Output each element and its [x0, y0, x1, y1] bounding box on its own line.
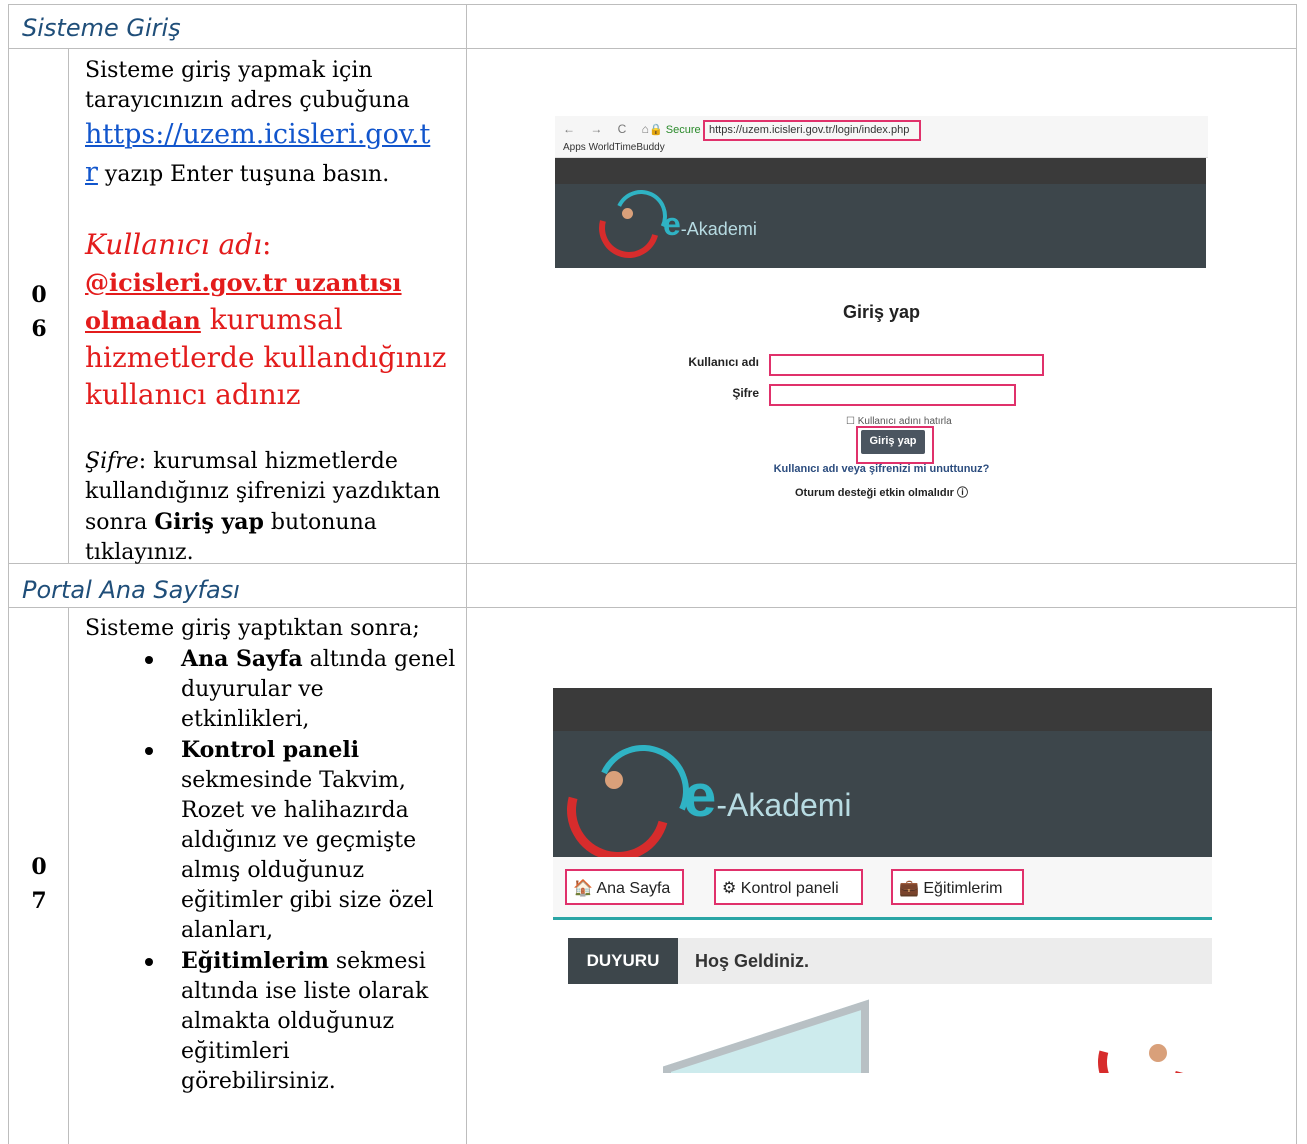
logo-head	[622, 208, 633, 219]
step-number: 06	[31, 282, 47, 342]
address-bar[interactable]: https://uzem.icisleri.gov.tr/login/index…	[703, 120, 921, 141]
site-header: e-Akademi	[555, 182, 1206, 269]
top-bar	[555, 158, 1206, 184]
tab-kontrol-paneli[interactable]: ⚙ Kontrol paneli	[714, 869, 863, 905]
table-border	[466, 4, 467, 1144]
password-input[interactable]	[769, 384, 1016, 406]
announcement-label: DUYURU	[568, 938, 678, 984]
tab-ana-sayfa[interactable]: 🏠 Ana Sayfa	[565, 869, 684, 905]
portal-link[interactable]: https://uzem.icisleri.gov.t	[85, 119, 430, 150]
monitor-graphic	[663, 999, 869, 1073]
cookies-notice: Oturum desteği etkin olmalıdır ⓘ	[795, 487, 968, 499]
table-border	[8, 48, 1297, 49]
brand-name: e-Akademi	[663, 206, 757, 242]
username-rule: @icisleri.gov.tr uzantısı	[85, 268, 402, 297]
section-title: Portal Ana Sayfası	[22, 576, 240, 604]
brand-name: e-Akademi	[683, 762, 852, 829]
username-rule: olmadan	[85, 306, 201, 335]
table-border-left	[8, 4, 9, 1144]
bullet	[145, 958, 153, 966]
browser-nav-icons: ← → C ⌂	[563, 122, 655, 136]
table-border-right	[1296, 4, 1297, 1144]
bullet	[145, 747, 153, 755]
secure-badge: 🔒 Secure	[649, 124, 701, 136]
site-header: e-Akademi	[553, 731, 1212, 880]
logo-head	[1149, 1044, 1167, 1062]
table-border	[8, 607, 1297, 608]
password-label: Şifre	[732, 386, 759, 400]
table-border	[68, 48, 69, 563]
step-instructions: Sisteme giriş yapmak için tarayıcınızın …	[85, 58, 447, 565]
section-title: Sisteme Giriş	[22, 14, 181, 42]
logo-graphic	[1081, 1001, 1203, 1073]
top-bar	[553, 688, 1212, 731]
announcement-text: Hoş Geldiniz.	[695, 951, 810, 971]
login-title: Giriş yap	[842, 302, 921, 322]
username-label: Kullanıcı adı	[688, 355, 759, 369]
logo-head	[605, 771, 623, 789]
bookmarks-bar: Apps WorldTimeBuddy	[563, 142, 665, 153]
table-border-top	[8, 4, 1297, 5]
tab-egitimlerim[interactable]: 💼 Eğitimlerim	[891, 869, 1024, 905]
login-screenshot: ← → C ⌂ 🔒 Secure https://uzem.icisleri.g…	[555, 116, 1208, 502]
bullet	[145, 656, 153, 664]
table-border	[68, 607, 69, 1144]
step-instructions: Sisteme giriş yaptıktan sonra; Ana Sayfa…	[85, 616, 456, 1094]
username-input[interactable]	[769, 354, 1044, 376]
forgot-link[interactable]: Kullanıcı adı veya şifrenizi mi unuttunu…	[555, 463, 1208, 475]
portal-screenshot: e-Akademi 🏠 Ana Sayfa ⚙ Kontrol paneli 💼…	[553, 688, 1212, 1073]
step-number: 07	[31, 854, 47, 914]
login-button[interactable]: Giriş yap	[861, 430, 925, 454]
portal-link[interactable]: r	[85, 157, 98, 188]
